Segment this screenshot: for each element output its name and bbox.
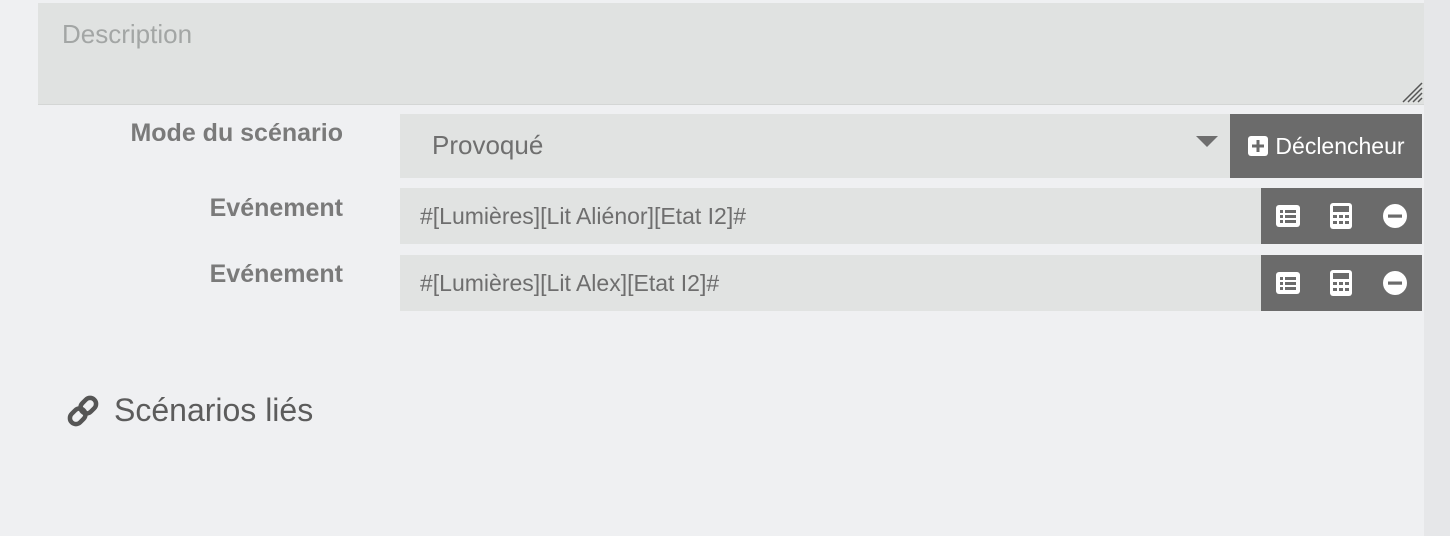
remove-event-button[interactable] bbox=[1368, 255, 1422, 311]
add-trigger-button[interactable]: Déclencheur bbox=[1230, 114, 1422, 178]
list-icon bbox=[1275, 205, 1300, 227]
minus-circle-icon bbox=[1382, 271, 1407, 295]
event-input-value: #[Lumières][Lit Aliénor][Etat I2]# bbox=[420, 203, 747, 229]
plus-square-icon bbox=[1248, 136, 1269, 156]
link-icon bbox=[67, 395, 99, 426]
description-textarea[interactable]: Description bbox=[38, 3, 1424, 105]
list-icon bbox=[1275, 272, 1300, 294]
add-trigger-label: Déclencheur bbox=[1275, 132, 1405, 159]
expression-button[interactable] bbox=[1315, 255, 1369, 311]
event-input-value: #[Lumières][Lit Alex][Etat I2]# bbox=[420, 270, 720, 296]
calculator-icon bbox=[1330, 270, 1353, 296]
resize-handle-icon[interactable] bbox=[1401, 81, 1423, 103]
linked-scenarios-heading: Scénarios liés bbox=[66, 392, 313, 429]
remove-event-button[interactable] bbox=[1368, 188, 1422, 244]
scroll-gutter bbox=[1424, 0, 1450, 536]
event-label: Evénement bbox=[209, 194, 343, 222]
mode-label: Mode du scénario bbox=[130, 119, 343, 147]
scenario-editor: Description Mode du scénario Provoqué Dé… bbox=[0, 0, 1450, 536]
chevron-down-icon bbox=[1196, 136, 1218, 147]
event-actions bbox=[1261, 188, 1422, 244]
calculator-icon bbox=[1330, 203, 1353, 229]
mode-select[interactable]: Provoqué bbox=[400, 114, 1230, 178]
select-command-button[interactable] bbox=[1261, 255, 1315, 311]
select-command-button[interactable] bbox=[1261, 188, 1315, 244]
mode-select-value: Provoqué bbox=[432, 130, 544, 160]
expression-button[interactable] bbox=[1315, 188, 1369, 244]
linked-scenarios-title: Scénarios liés bbox=[114, 392, 314, 428]
event-input[interactable]: #[Lumières][Lit Alex][Etat I2]# bbox=[400, 255, 1261, 311]
event-input[interactable]: #[Lumières][Lit Aliénor][Etat I2]# bbox=[400, 188, 1261, 244]
minus-circle-icon bbox=[1382, 204, 1407, 228]
event-actions bbox=[1261, 255, 1422, 311]
description-placeholder: Description bbox=[62, 19, 193, 49]
event-label: Evénement bbox=[209, 260, 343, 288]
